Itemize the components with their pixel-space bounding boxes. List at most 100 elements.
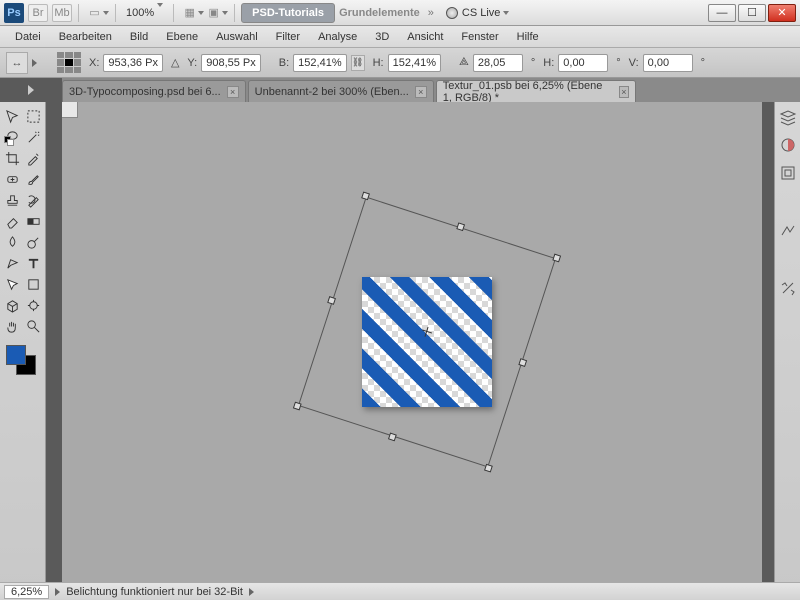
- deg3: °: [701, 57, 705, 69]
- status-menu-right-icon[interactable]: [249, 588, 254, 596]
- default-colors-icon[interactable]: [4, 136, 14, 146]
- left-dark-column: [46, 102, 62, 600]
- bridge-icon[interactable]: Br: [28, 4, 48, 22]
- 3d-camera-icon[interactable]: [23, 295, 44, 316]
- tool-preset-dropdown-icon[interactable]: [32, 59, 37, 67]
- hand-tool-icon[interactable]: [2, 316, 23, 337]
- x-field[interactable]: 953,36 Px: [103, 54, 163, 72]
- tab-close-icon[interactable]: ×: [415, 86, 427, 98]
- delta-icon[interactable]: △: [171, 56, 179, 69]
- angle-icon: ⟁: [459, 56, 469, 69]
- app-logo-icon: Ps: [4, 3, 24, 23]
- pen-tool-icon[interactable]: [2, 253, 23, 274]
- type-tool-icon[interactable]: [23, 253, 44, 274]
- menu-bearbeiten[interactable]: Bearbeiten: [50, 28, 121, 46]
- deg1: °: [531, 57, 535, 69]
- stripe-content: [362, 277, 492, 407]
- deg2: °: [616, 57, 620, 69]
- history-brush-icon[interactable]: [23, 190, 44, 211]
- menu-fenster[interactable]: Fenster: [452, 28, 507, 46]
- transform-handle-l[interactable]: [327, 296, 336, 305]
- zoom-readout[interactable]: 100%: [122, 7, 167, 19]
- toolbox: [0, 102, 46, 600]
- w-field[interactable]: 152,41%: [293, 54, 346, 72]
- tab-label: 3D-Typocomposing.psd bei 6...: [69, 86, 221, 98]
- tab-label: Unbenannt-2 bei 300% (Eben...: [255, 86, 409, 98]
- transform-handle-tl[interactable]: [361, 191, 370, 200]
- settings-panel-icon[interactable]: [779, 280, 797, 298]
- move-tool-icon[interactable]: [2, 106, 23, 127]
- transform-handle-tr[interactable]: [552, 254, 561, 263]
- tab-close-icon[interactable]: ×: [619, 86, 629, 98]
- minibridge-icon[interactable]: Mb: [52, 4, 72, 22]
- heal-tool-icon[interactable]: [2, 169, 23, 190]
- shape-tool-icon[interactable]: [23, 274, 44, 295]
- arrange-icon[interactable]: ▦: [184, 4, 204, 22]
- adjust-panel-icon[interactable]: [779, 222, 797, 240]
- vskew-label: V:: [629, 57, 639, 69]
- workspace-tutorials-button[interactable]: PSD-Tutorials: [241, 3, 335, 23]
- menu-analyse[interactable]: Analyse: [309, 28, 366, 46]
- h-field[interactable]: 152,41%: [388, 54, 441, 72]
- menu-ebene[interactable]: Ebene: [157, 28, 207, 46]
- workspace-grundelemente-button[interactable]: Grundelemente: [335, 7, 424, 19]
- y-field[interactable]: 908,55 Px: [201, 54, 261, 72]
- angle-field[interactable]: 28,05: [473, 54, 523, 72]
- maximize-button[interactable]: ☐: [738, 4, 766, 22]
- foreground-color-swatch[interactable]: [6, 345, 26, 365]
- crop-tool-icon[interactable]: [2, 148, 23, 169]
- transform-handle-t[interactable]: [456, 222, 465, 231]
- reference-point-icon[interactable]: [57, 52, 81, 74]
- eraser-tool-icon[interactable]: [2, 211, 23, 232]
- marquee-tool-icon[interactable]: [23, 106, 44, 127]
- minimize-button[interactable]: —: [708, 4, 736, 22]
- tab-close-icon[interactable]: ×: [227, 86, 239, 98]
- transform-handle-br[interactable]: [484, 464, 493, 473]
- dodge-tool-icon[interactable]: [23, 232, 44, 253]
- w-label: B:: [279, 57, 289, 69]
- document-tab[interactable]: Textur_01.psb bei 6,25% (Ebene 1, RGB/8)…: [436, 80, 636, 102]
- x-label: X:: [89, 57, 99, 69]
- transform-handle-b[interactable]: [388, 433, 397, 442]
- link-wh-icon[interactable]: ⛓: [351, 55, 365, 71]
- transform-handle-bl[interactable]: [293, 402, 302, 411]
- menu-hilfe[interactable]: Hilfe: [508, 28, 548, 46]
- close-button[interactable]: ✕: [768, 4, 796, 22]
- 3d-tool-icon[interactable]: [2, 295, 23, 316]
- transform-handle-r[interactable]: [518, 358, 527, 367]
- right-dark-column: [762, 102, 774, 600]
- hskew-field[interactable]: 0,00: [558, 54, 608, 72]
- document-tab[interactable]: 3D-Typocomposing.psd bei 6... ×: [62, 80, 246, 102]
- screen-mode-icon[interactable]: ▭: [89, 4, 109, 22]
- zoom-tool-icon[interactable]: [23, 316, 44, 337]
- layers-panel-icon[interactable]: [779, 108, 797, 126]
- screenmode2-icon[interactable]: ▣: [208, 4, 228, 22]
- status-menu-left-icon[interactable]: [55, 588, 60, 596]
- stamp-tool-icon[interactable]: [2, 190, 23, 211]
- wand-tool-icon[interactable]: [23, 127, 44, 148]
- menu-bild[interactable]: Bild: [121, 28, 157, 46]
- status-info: Belichtung funktioniert nur bei 32-Bit: [66, 586, 243, 598]
- workspace-more-icon[interactable]: »: [428, 7, 434, 19]
- canvas-area[interactable]: [62, 102, 762, 582]
- menu-filter[interactable]: Filter: [267, 28, 309, 46]
- document-canvas[interactable]: [362, 277, 492, 407]
- menu-3d[interactable]: 3D: [366, 28, 398, 46]
- styles-panel-icon[interactable]: [779, 164, 797, 182]
- path-select-icon[interactable]: [2, 274, 23, 295]
- tab-label: Textur_01.psb bei 6,25% (Ebene 1, RGB/8)…: [443, 80, 613, 104]
- document-tab[interactable]: Unbenannt-2 bei 300% (Eben... ×: [248, 80, 434, 102]
- menu-auswahl[interactable]: Auswahl: [207, 28, 267, 46]
- vskew-field[interactable]: 0,00: [643, 54, 693, 72]
- blur-tool-icon[interactable]: [2, 232, 23, 253]
- color-panel-icon[interactable]: [779, 136, 797, 154]
- ruler-origin[interactable]: [62, 102, 78, 118]
- status-zoom[interactable]: 6,25%: [4, 585, 49, 599]
- gradient-tool-icon[interactable]: [23, 211, 44, 232]
- menu-ansicht[interactable]: Ansicht: [398, 28, 452, 46]
- eyedropper-tool-icon[interactable]: [23, 148, 44, 169]
- menu-datei[interactable]: Datei: [6, 28, 50, 46]
- cslive-label[interactable]: CS Live: [462, 7, 501, 19]
- tool-preset-icon[interactable]: ↔: [6, 52, 28, 74]
- brush-tool-icon[interactable]: [23, 169, 44, 190]
